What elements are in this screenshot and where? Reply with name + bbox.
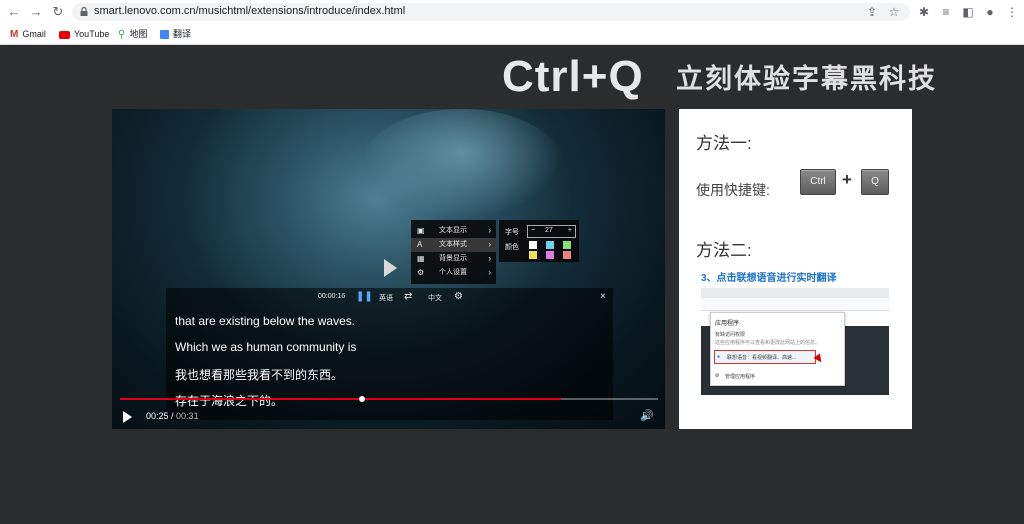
target-language[interactable]: 中文: [428, 293, 442, 303]
bookmark-gmail[interactable]: M Gmail: [10, 27, 46, 41]
example-screenshot: 应用程序 有缺访问权限 这些应用程序可以查看和更改此网站上的信息。 ● 联想语音…: [701, 288, 889, 395]
reload-icon[interactable]: ↻: [50, 4, 66, 20]
color-swatch[interactable]: [546, 241, 554, 249]
instruction-card: 方法一: 使用快捷键: Ctrl + Q 方法二: 3、点击联想语音进行实时翻译…: [679, 109, 912, 429]
app-icon: ●: [717, 354, 721, 360]
volume-icon[interactable]: 🔊: [640, 409, 654, 422]
color-swatch[interactable]: [563, 241, 571, 249]
text-display-icon: ▣: [417, 226, 425, 235]
method-one-title: 方法一:: [696, 134, 752, 153]
step-three-text: 3、点击联想语音进行实时翻译: [701, 273, 837, 284]
bookmarks-bar: M Gmail YouTube ⚲ 地图 翻译: [0, 24, 1024, 45]
close-subtitle-button[interactable]: ×: [600, 291, 606, 302]
star-icon[interactable]: ☆: [886, 4, 902, 20]
banner-shortcut: Ctrl+Q: [502, 52, 644, 101]
font-size-label: 字号: [505, 229, 519, 236]
chevron-right-icon: ›: [488, 254, 491, 263]
menu-item-text-style[interactable]: A 文本样式 ›: [411, 238, 496, 252]
progress-played: [120, 398, 562, 400]
youtube-icon: [59, 30, 70, 39]
font-size-value: 27: [545, 227, 553, 234]
browser-toolbar: ← → ↻ smart.lenovo.com.cn/musichtml/exte…: [0, 0, 1024, 24]
bookmark-maps[interactable]: ⚲ 地图: [118, 27, 147, 41]
share-icon[interactable]: ⇪: [864, 4, 880, 20]
color-swatch[interactable]: [529, 241, 537, 249]
video-player[interactable]: ▣ 文本显示 › A 文本样式 › ▦ 背景显示 › ⚙ 个人设置 › 字号 −…: [112, 109, 665, 429]
subtitle-line-en-2: Which we as human community is: [175, 340, 357, 354]
play-button[interactable]: [123, 411, 132, 423]
forward-icon[interactable]: →: [28, 4, 44, 20]
source-language[interactable]: 英语: [379, 293, 393, 303]
chevron-right-icon: ›: [488, 226, 491, 235]
plus-sign: +: [842, 170, 852, 189]
page-content: Ctrl+Q 立刻体验字幕黑科技 ▣ 文本显示 › A 文本样式 › ▦ 背景显…: [0, 45, 1024, 524]
subtitle-line-zh-2: 存在于海浪之下的。: [175, 394, 284, 408]
settings-icon: ⚙: [417, 268, 425, 277]
progress-bar[interactable]: [120, 396, 658, 402]
banner-tagline: 立刻体验字幕黑科技: [676, 64, 937, 94]
increase-size-button[interactable]: +: [568, 227, 572, 234]
chevron-right-icon: ›: [488, 240, 491, 249]
background-icon: ▦: [417, 254, 425, 263]
video-frame-light: [362, 109, 562, 219]
back-icon[interactable]: ←: [6, 4, 22, 20]
method-two-title: 方法二:: [696, 241, 752, 260]
shortcut-label: 使用快捷键:: [696, 182, 770, 198]
menu-item-settings[interactable]: ⚙ 个人设置 ›: [411, 266, 496, 280]
gmail-icon: M: [10, 28, 19, 40]
color-label: 颜色: [505, 244, 519, 251]
subtitle-line-zh-1: 我也想看那些我看不到的东西。: [175, 368, 344, 382]
pause-icon[interactable]: ❚❚: [356, 291, 373, 302]
example-app-item: ● 联想语音：看视频翻译、高速...: [714, 350, 816, 364]
extensions-icon[interactable]: ✱: [916, 4, 932, 20]
text-style-panel: 字号 − 27 + 颜色: [499, 220, 579, 262]
time-display: 00:25 / 00:31: [146, 411, 199, 421]
play-overlay-icon[interactable]: [384, 259, 397, 277]
color-swatch[interactable]: [546, 251, 554, 259]
profile-icon[interactable]: ●: [982, 4, 998, 20]
subtitle-context-menu: ▣ 文本显示 › A 文本样式 › ▦ 背景显示 › ⚙ 个人设置 ›: [411, 220, 496, 284]
font-size-stepper[interactable]: − 27 +: [527, 225, 576, 238]
menu-icon[interactable]: ⋮: [1004, 4, 1020, 20]
text-style-icon: A: [417, 240, 423, 249]
color-swatch[interactable]: [563, 251, 571, 259]
chevron-right-icon: ›: [488, 268, 491, 277]
menu-item-text-display[interactable]: ▣ 文本显示 ›: [411, 224, 496, 238]
subtitle-timestamp: 00:00:16: [318, 293, 346, 300]
bookmark-youtube[interactable]: YouTube: [59, 27, 109, 41]
bookmark-translate[interactable]: 翻译: [160, 27, 191, 41]
example-tabbar: [701, 288, 889, 298]
example-toolbar: [701, 298, 889, 311]
address-bar[interactable]: smart.lenovo.com.cn/musichtml/extensions…: [72, 3, 910, 21]
subtitle-line-en-1: that are existing below the waves.: [175, 314, 356, 328]
manage-icon: ⚙: [715, 373, 720, 379]
gear-icon[interactable]: ⚙: [454, 291, 463, 302]
media-control-icon[interactable]: ≡: [938, 4, 954, 20]
example-apps-popup: 应用程序 有缺访问权限 这些应用程序可以查看和更改此网站上的信息。 ● 联想语音…: [710, 312, 845, 386]
side-panel-icon[interactable]: ◧: [960, 4, 976, 20]
decrease-size-button[interactable]: −: [531, 227, 535, 234]
menu-item-background[interactable]: ▦ 背景显示 ›: [411, 252, 496, 266]
lock-icon: [80, 7, 88, 16]
ctrl-key: Ctrl: [800, 169, 836, 195]
url-text: smart.lenovo.com.cn/musichtml/extensions…: [94, 5, 406, 17]
swap-language-icon[interactable]: ⇄: [404, 291, 412, 302]
translate-icon: [160, 30, 169, 40]
color-swatch[interactable]: [529, 251, 537, 259]
maps-icon: ⚲: [118, 28, 126, 40]
q-key: Q: [861, 169, 889, 195]
